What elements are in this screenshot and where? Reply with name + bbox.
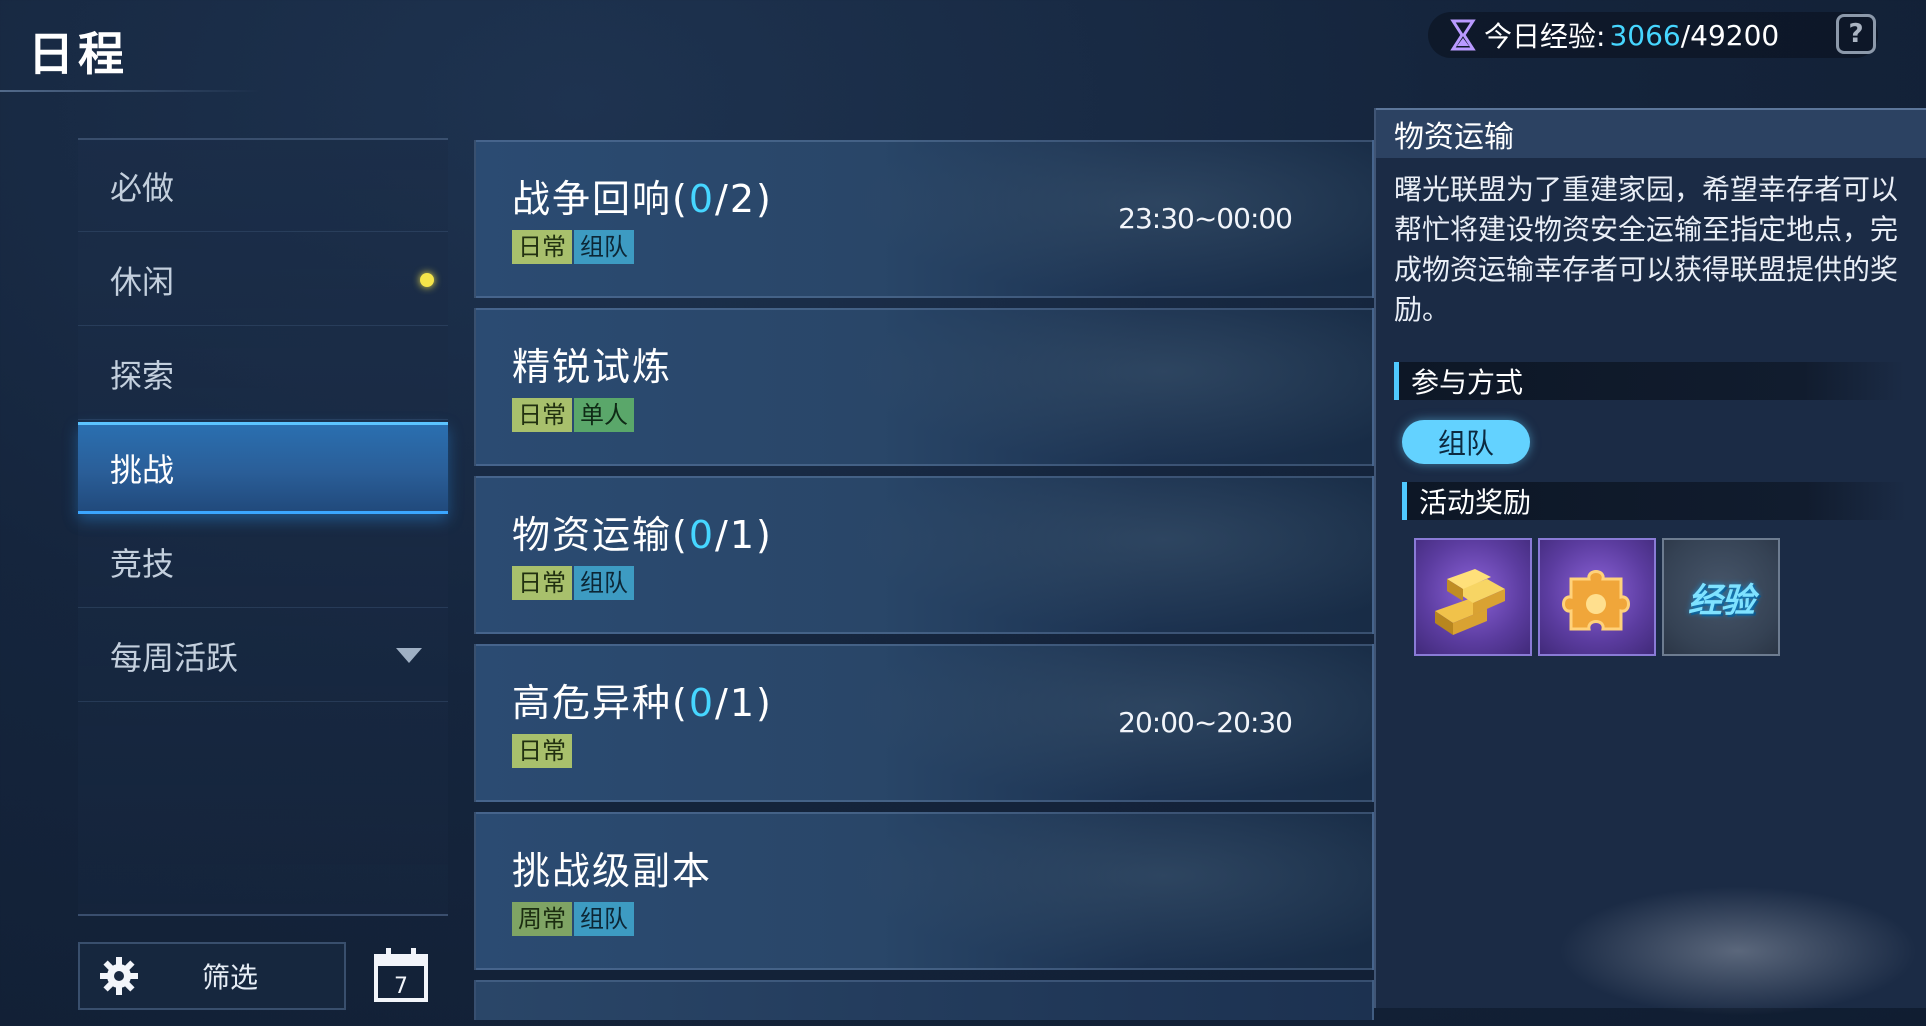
sidebar-item-weekly-active[interactable]: 每周活跃 [78,610,448,702]
sidebar-item-must-do[interactable]: 必做 [78,140,448,232]
event-card-partial[interactable] [474,980,1374,1020]
puzzle-piece-icon [1562,570,1630,631]
exp-label: 今日经验: [1484,20,1606,53]
daily-exp-display: 今日经验: 3066 / 49200 [1428,12,1878,58]
event-tags: 日常 [512,734,572,768]
tag-daily: 日常 [512,734,572,768]
event-time: 20:00~20:30 [1118,706,1293,739]
sidebar-item-leisure[interactable]: 休闲 [78,234,448,326]
category-sidebar: 必做 休闲 探索 挑战 竞技 每周活跃 [78,138,448,916]
event-time: 23:30~00:00 [1118,202,1293,235]
participation-heading: 参与方式 [1394,362,1904,400]
tag-daily: 日常 [512,566,572,600]
event-card-war-echo[interactable]: 战争回响(0/2) 日常 组队 23:30~00:00 [474,140,1374,298]
sidebar-item-label: 探索 [110,356,175,395]
event-name: 精锐试炼 [512,345,673,389]
sidebar-item-arena[interactable]: 竞技 [78,516,448,608]
sidebar-item-label: 每周活跃 [110,638,239,677]
exp-total: 49200 [1690,18,1780,52]
tag-daily: 日常 [512,230,572,264]
event-card-challenge-dungeon[interactable]: 挑战级副本 周常 组队 [474,812,1374,970]
event-name: 高危异种 [512,681,673,725]
event-background-image [852,142,1372,296]
sidebar-item-label: 休闲 [110,262,175,301]
tag-team: 组队 [574,902,634,936]
rewards-heading: 活动奖励 [1402,482,1906,520]
event-card-high-risk-mutant[interactable]: 高危异种(0/1) 日常 20:00~20:30 [474,644,1374,802]
sidebar-item-label: 竞技 [110,544,175,583]
reward-puzzle-piece[interactable] [1538,538,1656,656]
filter-button[interactable]: 筛选 [78,942,346,1010]
exp-separator: / [1680,18,1691,52]
event-name: 物资运输 [512,513,673,557]
event-title: 物资运输(0/1) [512,504,773,559]
calendar-day-number: 7 [394,974,408,999]
event-card-elite-trial[interactable]: 精锐试炼 日常 单人 [474,308,1374,466]
event-title: 精锐试炼 [512,336,672,391]
notification-dot-icon [420,272,434,287]
calendar-icon[interactable]: 7 [372,946,430,1004]
event-tags: 日常 单人 [512,398,634,432]
event-background-image [852,814,1372,968]
exp-current: 3066 [1609,18,1681,52]
reward-exp[interactable]: 经验 [1662,538,1780,656]
participation-mode-badge: 组队 [1402,420,1530,464]
event-card-supply-transport[interactable]: 物资运输(0/1) 日常 组队 [474,476,1374,634]
event-progress: (0/2) [672,177,773,221]
sidebar-item-challenge[interactable]: 挑战 [78,422,448,514]
chevron-down-icon [396,648,422,663]
event-tags: 日常 组队 [512,566,634,600]
exp-icon: 经验 [1688,580,1755,621]
event-background-image [852,646,1372,800]
event-background-image [852,478,1372,632]
event-progress: (0/1) [672,681,773,725]
event-background-image [852,310,1372,464]
sidebar-item-explore[interactable]: 探索 [78,328,448,420]
tag-solo: 单人 [574,398,634,432]
event-tags: 周常 组队 [512,902,634,936]
page-title: 日程 [28,27,128,81]
tag-team: 组队 [574,566,634,600]
event-detail-panel: 物资运输 曙光联盟为了重建家园，希望幸存者可以帮忙将建设物资安全运输至指定地点，… [1374,108,1926,1008]
event-title: 战争回响(0/2) [512,168,773,223]
event-progress: (0/1) [672,513,773,557]
detail-title: 物资运输 [1376,108,1926,158]
event-title: 挑战级副本 [512,840,712,895]
event-tags: 日常 组队 [512,230,634,264]
event-name: 挑战级副本 [512,849,713,893]
filter-label: 筛选 [202,961,259,994]
gold-bars-icon [1435,569,1505,635]
tag-team: 组队 [574,230,634,264]
gear-icon [100,957,138,995]
title-divider [0,90,260,92]
event-name: 战争回响 [512,177,673,221]
sidebar-item-label: 必做 [110,168,175,207]
reward-gold-bars[interactable] [1414,538,1532,656]
watermark-overlay [1558,886,1918,1016]
event-title: 高危异种(0/1) [512,672,773,727]
detail-description: 曙光联盟为了重建家园，希望幸存者可以帮忙将建设物资安全运输至指定地点，完成物资运… [1394,173,1899,326]
sidebar-item-label: 挑战 [110,451,175,489]
hourglass-icon [1450,19,1476,51]
tag-weekly: 周常 [512,902,572,936]
help-icon[interactable]: ? [1836,14,1876,54]
tag-daily: 日常 [512,398,572,432]
